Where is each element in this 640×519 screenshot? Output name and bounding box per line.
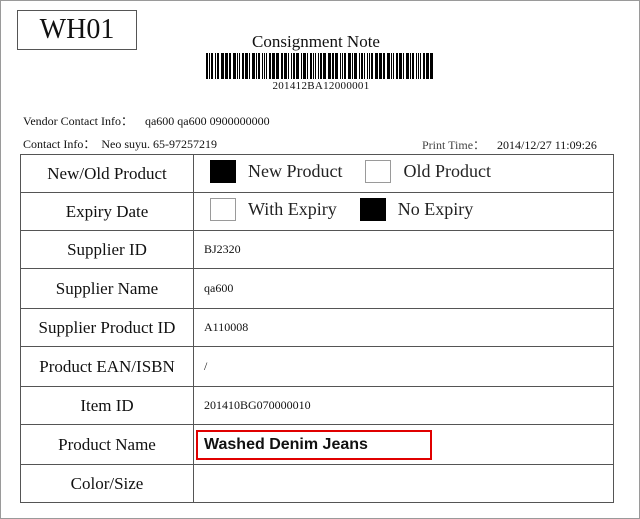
- supplier-product-id-value: A110008: [193, 308, 614, 347]
- warehouse-code: WH01: [17, 10, 137, 50]
- supplier-product-id-label: Supplier Product ID: [20, 308, 194, 347]
- with-expiry-label: With Expiry: [248, 199, 337, 219]
- new-old-product-options: New Product Old Product: [193, 154, 614, 193]
- barcode-number: 201412BA12000001: [272, 80, 370, 92]
- with-expiry-checkbox[interactable]: [210, 198, 236, 221]
- supplier-id-value: BJ2320: [193, 230, 614, 269]
- row-expiry-date: Expiry Date With Expiry No Expiry: [20, 192, 614, 231]
- old-product-label: Old Product: [403, 161, 491, 181]
- document-title: Consignment Note: [252, 32, 380, 51]
- with-expiry-option[interactable]: With Expiry: [210, 198, 337, 221]
- barcode-image: [206, 53, 433, 79]
- vendor-contact-value: qa600 qa600 0900000000: [144, 114, 270, 128]
- old-product-checkbox[interactable]: [365, 160, 392, 183]
- supplier-id-label: Supplier ID: [20, 230, 194, 269]
- contact-info: Contact Info： Neo suyu. 65-97257219: [23, 135, 217, 152]
- old-product-option[interactable]: Old Product: [365, 160, 491, 183]
- no-expiry-option[interactable]: No Expiry: [359, 198, 474, 221]
- new-product-checkbox[interactable]: [210, 160, 236, 183]
- row-product-ean-isbn: Product EAN/ISBN /: [20, 346, 614, 387]
- vendor-contact-label: Vendor Contact Info：: [23, 114, 133, 128]
- vendor-contact-info: Vendor Contact Info： qa600 qa600 09000000…: [23, 112, 270, 129]
- row-supplier-name: Supplier Name qa600: [20, 268, 614, 309]
- consignment-form-table: New/Old Product New Product Old Product …: [20, 154, 614, 503]
- row-product-name: Product Name Washed Denim Jeans: [20, 424, 614, 465]
- row-item-id: Item ID 201410BG070000010: [20, 386, 614, 425]
- row-color-size: Color/Size: [20, 464, 614, 503]
- color-size-label: Color/Size: [20, 464, 194, 503]
- item-id-value: 201410BG070000010: [193, 386, 614, 425]
- no-expiry-checkbox[interactable]: [359, 198, 386, 221]
- row-supplier-id: Supplier ID BJ2320: [20, 230, 614, 269]
- contact-value: Neo suyu. 65-97257219: [101, 137, 217, 151]
- product-name-value[interactable]: Washed Denim Jeans: [196, 429, 432, 460]
- print-time: Print Time： 2014/12/27 11:09:26: [422, 136, 597, 153]
- print-time-value: 2014/12/27 11:09:26: [497, 138, 597, 152]
- product-name-label: Product Name: [20, 424, 194, 465]
- supplier-name-value: qa600: [193, 268, 614, 309]
- color-size-value: [193, 464, 614, 503]
- product-ean-isbn-label: Product EAN/ISBN: [20, 346, 194, 387]
- new-old-product-label: New/Old Product: [20, 154, 194, 193]
- new-product-label: New Product: [248, 161, 343, 181]
- new-product-option[interactable]: New Product: [210, 160, 342, 183]
- consignment-note-page: WH01 Consignment Note 201412BA12000001 V…: [0, 0, 640, 519]
- print-time-label: Print Time：: [422, 138, 486, 152]
- row-new-old-product: New/Old Product New Product Old Product: [20, 154, 614, 193]
- product-name-cell: Washed Denim Jeans: [193, 424, 614, 465]
- item-id-label: Item ID: [20, 386, 194, 425]
- no-expiry-label: No Expiry: [397, 199, 474, 219]
- supplier-name-label: Supplier Name: [20, 268, 194, 309]
- product-ean-isbn-value: /: [193, 346, 614, 387]
- contact-label: Contact Info：: [23, 137, 96, 151]
- row-supplier-product-id: Supplier Product ID A110008: [20, 308, 614, 347]
- expiry-date-label: Expiry Date: [20, 192, 194, 231]
- expiry-date-options: With Expiry No Expiry: [193, 192, 614, 231]
